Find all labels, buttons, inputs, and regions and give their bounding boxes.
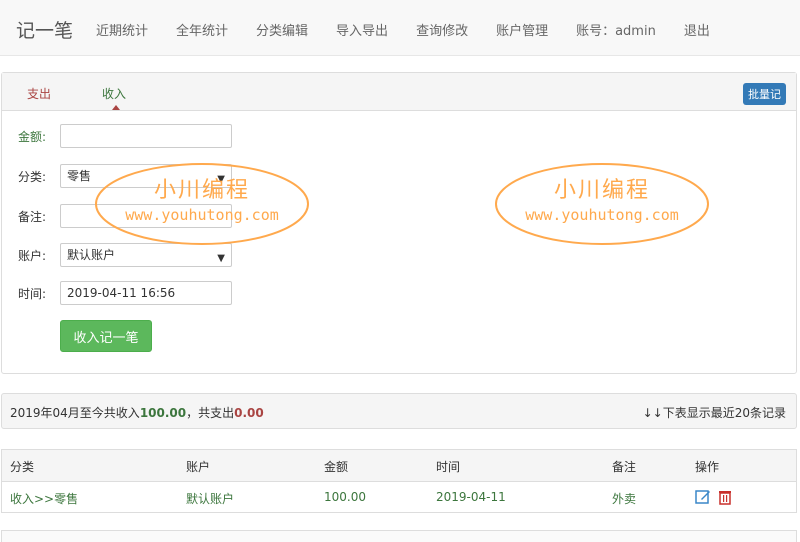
col-category: 分类 bbox=[10, 460, 35, 474]
edit-icon[interactable] bbox=[695, 489, 711, 505]
account-label: 账户: bbox=[18, 248, 47, 263]
note-label: 备注: bbox=[18, 209, 47, 224]
col-actions: 操作 bbox=[695, 460, 720, 474]
nav-category-edit[interactable]: 分类编辑 bbox=[256, 20, 308, 39]
account-value: 默认账户 bbox=[67, 248, 116, 262]
col-amount: 金额 bbox=[324, 460, 349, 474]
time-input[interactable]: 2019-04-11 16:56 bbox=[60, 281, 232, 305]
chevron-down-icon: ▼ bbox=[217, 253, 225, 264]
row-time: 2019-04-11 bbox=[436, 490, 506, 504]
col-account: 账户 bbox=[186, 460, 211, 474]
col-time: 时间 bbox=[436, 460, 461, 474]
top-navbar: 记一笔 近期统计 全年统计 分类编辑 导入导出 查询修改 账户管理 账号：adm… bbox=[0, 0, 800, 56]
col-note: 备注 bbox=[612, 460, 637, 474]
tab-income[interactable]: 收入 bbox=[102, 85, 126, 102]
brand-title[interactable]: 记一笔 bbox=[16, 16, 73, 43]
amount-input[interactable] bbox=[60, 124, 232, 148]
watermark-url: www.youhutong.com bbox=[125, 206, 279, 224]
account-row: 账户: 默认账户 ▼ bbox=[18, 243, 232, 267]
expense-total: 0.00 bbox=[234, 406, 264, 420]
table-header: 分类 账户 金额 时间 备注 操作 bbox=[2, 450, 796, 482]
records-table: 分类 账户 金额 时间 备注 操作 收入>>零售 默认账户 100.00 201… bbox=[1, 449, 797, 513]
row-account: 默认账户 bbox=[186, 492, 235, 506]
amount-label: 金额: bbox=[18, 129, 47, 144]
tab-expense[interactable]: 支出 bbox=[27, 85, 51, 102]
row-amount: 100.00 bbox=[324, 490, 366, 504]
row-category: 收入>>零售 bbox=[10, 492, 79, 506]
active-tab-caret-icon bbox=[112, 105, 120, 110]
nav-import-export[interactable]: 导入导出 bbox=[336, 20, 388, 39]
account-select[interactable]: 默认账户 ▼ bbox=[60, 243, 232, 267]
time-row: 时间: 2019-04-11 16:56 bbox=[18, 281, 232, 305]
nav-account-manage[interactable]: 账户管理 bbox=[496, 20, 548, 39]
nav-recent-stats[interactable]: 近期统计 bbox=[96, 20, 148, 39]
footer-panel-edge bbox=[1, 530, 797, 542]
entry-tabs: 支出 收入 批量记 bbox=[2, 73, 796, 111]
nav-query-edit[interactable]: 查询修改 bbox=[416, 20, 468, 39]
summary-prefix: 2019年04月至今共收入 bbox=[10, 406, 140, 420]
watermark: 小川编程 www.youhutong.com bbox=[494, 162, 710, 246]
watermark-title: 小川编程 bbox=[553, 178, 650, 203]
nav-username: 账号：admin bbox=[576, 24, 656, 39]
income-submit-button[interactable]: 收入记一笔 bbox=[60, 320, 152, 352]
table-row: 收入>>零售 默认账户 100.00 2019-04-11 外卖 bbox=[2, 482, 796, 512]
watermark-title: 小川编程 bbox=[153, 178, 250, 203]
category-label: 分类: bbox=[18, 169, 47, 184]
category-value: 零售 bbox=[67, 169, 92, 183]
batch-entry-button[interactable]: 批量记 bbox=[743, 83, 786, 105]
summary-bar: 2019年04月至今共收入100.00，共支出0.00 ↓↓下表显示最近20条记… bbox=[1, 393, 797, 429]
recent-records-note: ↓↓下表显示最近20条记录 bbox=[642, 406, 786, 420]
time-label: 时间: bbox=[18, 286, 47, 301]
delete-icon[interactable] bbox=[717, 489, 733, 505]
amount-row: 金额: bbox=[18, 124, 232, 148]
nav-year-stats[interactable]: 全年统计 bbox=[176, 20, 228, 39]
period-summary: 2019年04月至今共收入100.00，共支出0.00 bbox=[10, 404, 264, 421]
summary-mid: ，共支出 bbox=[186, 406, 235, 420]
income-total: 100.00 bbox=[139, 406, 187, 420]
row-note: 外卖 bbox=[612, 492, 637, 506]
nav-logout[interactable]: 退出 bbox=[684, 20, 710, 39]
nav-menu: 近期统计 全年统计 分类编辑 导入导出 查询修改 账户管理 账号：admin 退… bbox=[96, 20, 710, 39]
watermark-url: www.youhutong.com bbox=[525, 206, 679, 224]
watermark: 小川编程 www.youhutong.com bbox=[94, 162, 310, 246]
